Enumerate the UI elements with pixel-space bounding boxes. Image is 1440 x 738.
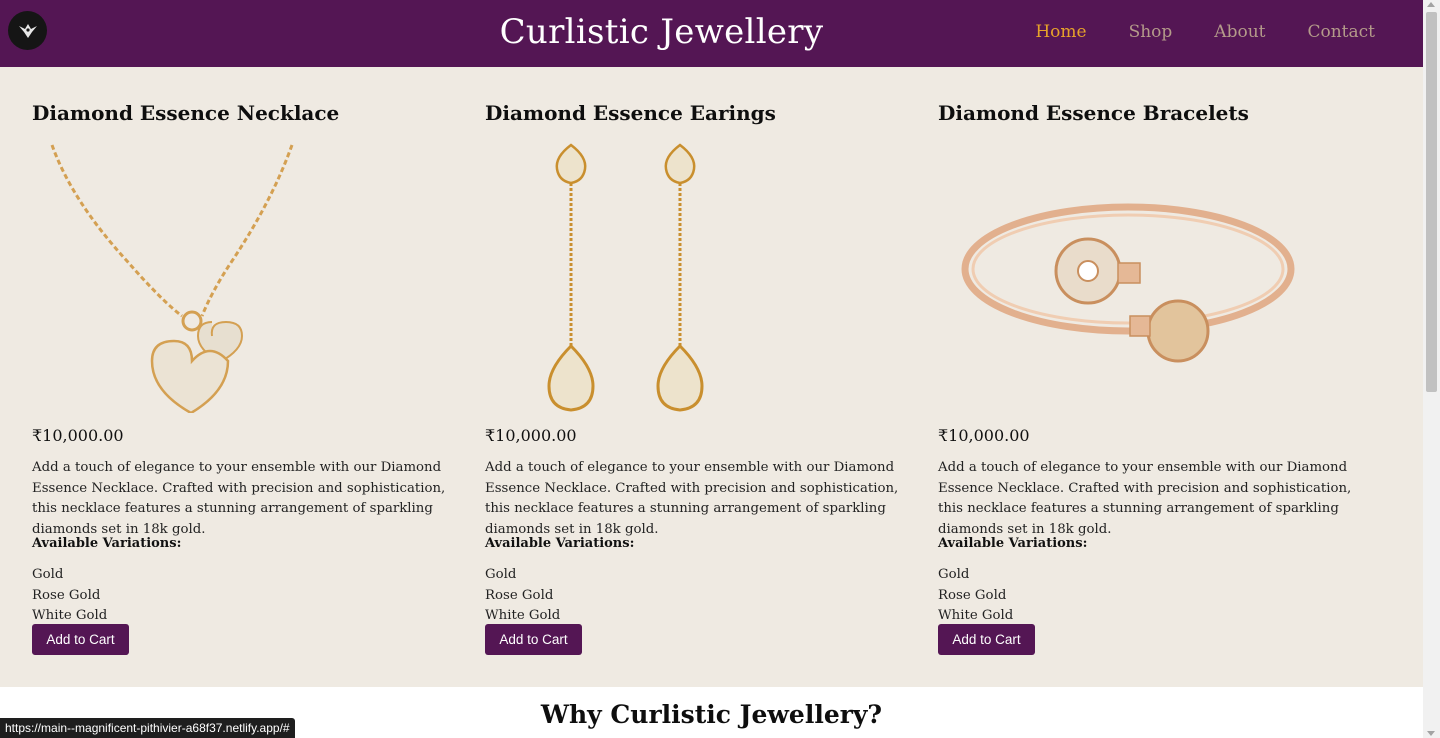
vertical-scrollbar[interactable]: [1423, 0, 1440, 738]
main-nav: Home Shop About Contact: [1035, 22, 1375, 42]
product-card-earrings: Diamond Essence Earings ₹10,000.00 Add a…: [485, 101, 925, 655]
bracelet-image[interactable]: [938, 141, 1378, 413]
add-to-cart-button[interactable]: Add to Cart: [32, 624, 129, 655]
earrings-icon: [547, 143, 704, 412]
necklace-image[interactable]: [32, 141, 472, 415]
nav-about[interactable]: About: [1214, 22, 1265, 42]
products-section: Diamond Essence Necklace ₹10,000.00 Add …: [0, 67, 1423, 687]
product-description: Add a touch of elegance to your ensemble…: [485, 460, 899, 537]
product-price: ₹10,000.00: [485, 426, 577, 445]
product-description: Add a touch of elegance to your ensemble…: [938, 460, 1352, 537]
nav-contact[interactable]: Contact: [1307, 22, 1375, 42]
necklace-icon: [50, 144, 294, 415]
variations-list: Gold Rose Gold White Gold: [485, 565, 560, 627]
product-card-necklace: Diamond Essence Necklace ₹10,000.00 Add …: [32, 101, 472, 655]
site-header: Curlistic Jewellery Home Shop About Cont…: [0, 0, 1423, 67]
product-card-bracelet: Diamond Essence Bracelets ₹10,000.00 Add…: [938, 101, 1378, 655]
variations-title: Available Variations:: [938, 536, 1088, 551]
add-to-cart-button[interactable]: Add to Cart: [485, 624, 582, 655]
scrollbar-thumb[interactable]: [1426, 12, 1437, 392]
bracelet-icon: [961, 203, 1295, 363]
variations-title: Available Variations:: [32, 536, 182, 551]
earrings-image[interactable]: [485, 141, 925, 413]
variations-list: Gold Rose Gold White Gold: [938, 565, 1013, 627]
status-bar-url: https://main--magnificent-pithivier-a68f…: [0, 718, 295, 738]
product-price: ₹10,000.00: [938, 426, 1030, 445]
nav-shop[interactable]: Shop: [1129, 22, 1173, 42]
product-title: Diamond Essence Bracelets: [938, 101, 1249, 125]
variation-item: Rose Gold: [938, 587, 1007, 603]
nav-home[interactable]: Home: [1035, 22, 1086, 42]
variations-title: Available Variations:: [485, 536, 635, 551]
variation-item: Rose Gold: [32, 587, 101, 603]
product-price: ₹10,000.00: [32, 426, 124, 445]
scroll-down-icon[interactable]: [1427, 731, 1435, 736]
product-title: Diamond Essence Necklace: [32, 101, 340, 125]
add-to-cart-button[interactable]: Add to Cart: [938, 624, 1035, 655]
scroll-up-icon[interactable]: [1427, 2, 1435, 7]
variations-list: Gold Rose Gold White Gold: [32, 565, 107, 627]
variation-item: Gold: [485, 567, 517, 582]
variation-item: Gold: [938, 567, 970, 582]
product-description: Add a touch of elegance to your ensemble…: [32, 460, 446, 537]
variation-item: Gold: [32, 567, 64, 582]
variation-item: Rose Gold: [485, 587, 554, 603]
product-title: Diamond Essence Earings: [485, 101, 776, 125]
